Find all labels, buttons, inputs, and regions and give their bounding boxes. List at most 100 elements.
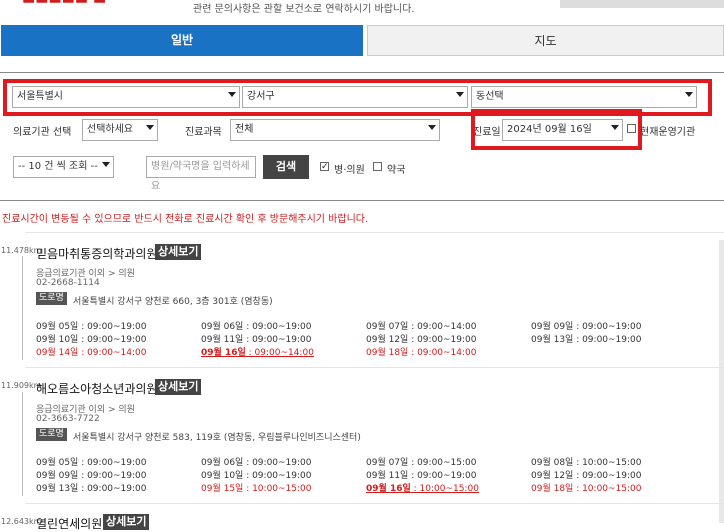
result-address: 서울특별시 강서구 양천로 660, 3층 301호 (염창동) <box>73 297 273 307</box>
hours-time: : 09:00~19:00 <box>78 471 147 481</box>
result-name[interactable]: 열린연세의원 <box>36 515 102 532</box>
pharmacy-label: 약국 <box>387 165 406 176</box>
hours-day: 09월 10일 <box>36 335 79 345</box>
results-separator <box>25 503 724 504</box>
hours-entry-selected-date: 09월 16일 : 09:00~14:00 <box>201 345 314 358</box>
tab-map[interactable]: 지도 <box>367 25 724 56</box>
hours-day: 09월 14일 <box>36 348 79 358</box>
detail-button[interactable]: 상세보기 <box>103 514 150 530</box>
hours-day: 09월 06일 <box>201 322 244 332</box>
hours-time: : 10:00~15:00 <box>243 484 312 494</box>
warning-text: 진료시간이 변동될 수 있으므로 반드시 전화로 진료시간 확인 후 방문해주시… <box>2 214 369 225</box>
hours-day: 09월 05일 <box>36 458 79 468</box>
hours-time: : 09:00~19:00 <box>573 322 642 332</box>
hours-entry: 09월 13일 : 09:00~19:00 <box>36 481 147 494</box>
hours-time: : 09:00~19:00 <box>243 471 312 481</box>
hours-entry: 09월 05일 : 09:00~19:00 <box>36 455 147 468</box>
chevron-down-icon <box>228 92 236 97</box>
hours-entry: 09월 07일 : 09:00~14:00 <box>366 319 477 332</box>
hours-time: : 09:00~19:00 <box>243 335 312 345</box>
header-banner-image <box>560 0 724 8</box>
page-size-select[interactable]: -- 10 건 씩 조회 -- <box>13 156 114 178</box>
hours-entry: 09월 09일 : 09:00~19:00 <box>531 319 642 332</box>
hours-day: 09월 16일 <box>201 348 246 358</box>
result-phone: 02-2668-1114 <box>36 278 100 288</box>
result-name[interactable]: 해오름소아청소년과의원 <box>36 380 157 397</box>
hours-entry: 09월 12일 : 09:00~19:00 <box>366 332 477 345</box>
hours-day: 09월 15일 <box>201 484 244 494</box>
hours-time: : 09:00~19:00 <box>78 335 147 345</box>
chevron-down-icon <box>685 92 693 97</box>
hours-entry: 09월 11일 : 09:00~19:00 <box>366 468 477 481</box>
district-select[interactable]: 강서구 <box>242 86 468 108</box>
road-badge: 도로명 <box>36 292 67 305</box>
hours-time: : 10:00~15:00 <box>410 484 479 494</box>
result-phone: 02-3663-7722 <box>36 414 100 424</box>
city-select-value: 서울특별시 <box>17 91 63 102</box>
hours-day: 09월 09일 <box>36 471 79 481</box>
hours-entry: 09월 08일 : 10:00~15:00 <box>531 455 642 468</box>
result-address: 서울특별시 강서구 양천로 583, 119호 (염창동, 우림블루나인비즈니스… <box>73 433 361 443</box>
dong-select-value: 동선택 <box>476 91 504 102</box>
hours-day: 09월 07일 <box>366 322 409 332</box>
hours-day: 09월 12일 <box>366 335 409 345</box>
hours-entry: 09월 05일 : 09:00~19:00 <box>36 319 147 332</box>
search-button[interactable]: 검색 <box>263 155 309 179</box>
hours-time: : 09:00~14:00 <box>408 322 477 332</box>
currently-open-label: 현재운영기관 <box>640 127 696 138</box>
hours-time: : 09:00~19:00 <box>573 335 642 345</box>
pharmacy-checkbox[interactable] <box>373 162 382 171</box>
hours-entry-holiday: 09월 15일 : 10:00~15:00 <box>201 481 312 494</box>
hospital-checkbox[interactable] <box>320 162 329 172</box>
filter-bottom-divider <box>0 200 724 201</box>
city-select[interactable]: 서울특별시 <box>12 86 240 108</box>
hours-day: 09월 11일 <box>366 471 409 481</box>
page-size-value: -- 10 건 씩 조회 -- <box>18 161 98 172</box>
dong-select[interactable]: 동선택 <box>471 86 697 108</box>
hours-entry: 09월 12일 : 09:00~19:00 <box>531 468 642 481</box>
tab-general[interactable]: 일반 <box>1 25 363 56</box>
detail-button[interactable]: 상세보기 <box>155 379 202 395</box>
department-select[interactable]: 전체 <box>230 119 440 141</box>
chevron-down-icon <box>146 125 154 130</box>
site-logo: ■■■■■ ■ <box>22 0 172 4</box>
hours-day: 09월 13일 <box>36 484 79 494</box>
chevron-down-icon <box>456 92 464 97</box>
filter-top-divider <box>0 72 724 73</box>
institution-select[interactable]: 선택하세요 <box>82 119 158 141</box>
institution-select-value: 선택하세요 <box>87 124 133 135</box>
search-input[interactable]: 병원/약국명을 입력하세요 <box>146 156 256 192</box>
hours-time: : 09:00~14:00 <box>408 348 477 358</box>
header-notice: 관련 문의사항은 관할 보건소로 연락하시기 바랍니다. <box>193 4 415 15</box>
date-select[interactable]: 2024년 09월 16일 <box>502 119 623 141</box>
hours-day: 09월 09일 <box>531 322 574 332</box>
scrollbar[interactable] <box>719 240 724 523</box>
hours-entry: 09월 06일 : 09:00~19:00 <box>201 319 312 332</box>
hours-time: : 09:00~19:00 <box>408 471 477 481</box>
currently-open-checkbox[interactable] <box>627 124 636 133</box>
hours-day: 09월 18일 <box>531 484 574 494</box>
detail-button[interactable]: 상세보기 <box>155 244 202 260</box>
date-select-value: 2024년 09월 16일 <box>507 124 592 135</box>
department-label: 진료과목 <box>185 127 222 138</box>
hours-time: : 09:00~19:00 <box>573 471 642 481</box>
hours-time: : 09:00~19:00 <box>78 484 147 494</box>
hours-entry-holiday: 09월 14일 : 09:00~14:00 <box>36 345 147 358</box>
hours-time: : 09:00~15:00 <box>408 458 477 468</box>
hours-day: 09월 07일 <box>366 458 409 468</box>
hours-time: : 09:00~19:00 <box>243 322 312 332</box>
hours-time: : 09:00~19:00 <box>78 458 147 468</box>
hours-day: 09월 10일 <box>201 471 244 481</box>
hours-time: : 09:00~19:00 <box>78 322 147 332</box>
hours-entry-holiday: 09월 18일 : 09:00~14:00 <box>366 345 477 358</box>
hours-time: : 10:00~15:00 <box>573 484 642 494</box>
results-separator <box>25 232 724 233</box>
hours-entry-selected-date: 09월 16일 : 10:00~15:00 <box>366 481 479 494</box>
hours-time: : 09:00~19:00 <box>408 335 477 345</box>
hours-entry-holiday: 09월 18일 : 10:00~15:00 <box>531 481 642 494</box>
result-name[interactable]: 믿음마취통증의학과의원 <box>36 245 157 262</box>
results-separator <box>25 367 724 368</box>
road-badge: 도로명 <box>36 428 67 441</box>
hours-entry: 09월 06일 : 09:00~19:00 <box>201 455 312 468</box>
hours-entry: 09월 13일 : 09:00~19:00 <box>531 332 642 345</box>
